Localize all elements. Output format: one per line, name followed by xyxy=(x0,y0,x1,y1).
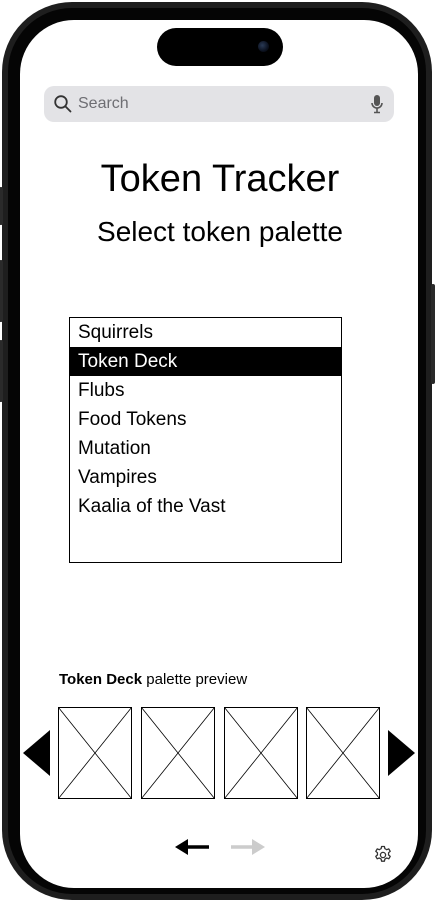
carousel-prev-icon[interactable] xyxy=(23,730,50,776)
palette-option[interactable]: Flubs xyxy=(70,376,341,405)
preview-carousel xyxy=(58,707,382,799)
preview-label-suffix: palette preview xyxy=(142,671,248,688)
token-placeholder-image[interactable] xyxy=(58,707,132,799)
search-bar[interactable]: Search xyxy=(44,86,394,122)
action-button xyxy=(0,187,3,225)
palette-option-selected[interactable]: Token Deck xyxy=(70,347,341,376)
palette-option[interactable]: Kaalia of the Vast xyxy=(70,492,341,521)
dynamic-island xyxy=(157,28,283,66)
camera-icon xyxy=(258,41,269,52)
screen: Search Token Tracker Select token palett… xyxy=(20,20,418,888)
token-placeholder-image[interactable] xyxy=(141,707,215,799)
token-placeholder-image[interactable] xyxy=(306,707,380,799)
power-button xyxy=(431,284,435,384)
preview-label: Token Deck palette preview xyxy=(59,671,247,688)
palette-option[interactable]: Squirrels xyxy=(70,318,341,347)
back-arrow-icon[interactable] xyxy=(175,838,211,856)
volume-up-button xyxy=(0,260,3,322)
palette-listbox[interactable]: Squirrels Token Deck Flubs Food Tokens M… xyxy=(69,317,342,563)
volume-down-button xyxy=(0,340,3,402)
token-placeholder-image[interactable] xyxy=(224,707,298,799)
settings-gear-icon[interactable] xyxy=(373,845,393,865)
page-subtitle: Select token palette xyxy=(97,216,343,247)
palette-option[interactable]: Vampires xyxy=(70,463,341,492)
page-title: Token Tracker xyxy=(100,158,340,200)
microphone-icon[interactable] xyxy=(370,94,384,114)
search-placeholder: Search xyxy=(78,95,129,112)
carousel-next-icon[interactable] xyxy=(388,730,415,776)
phone-frame: Search Token Tracker Select token palett… xyxy=(0,2,435,900)
search-icon xyxy=(54,95,72,113)
preview-palette-name: Token Deck xyxy=(59,671,143,688)
palette-option[interactable]: Food Tokens xyxy=(70,405,341,434)
palette-option[interactable]: Mutation xyxy=(70,434,341,463)
forward-arrow-icon xyxy=(231,839,265,855)
